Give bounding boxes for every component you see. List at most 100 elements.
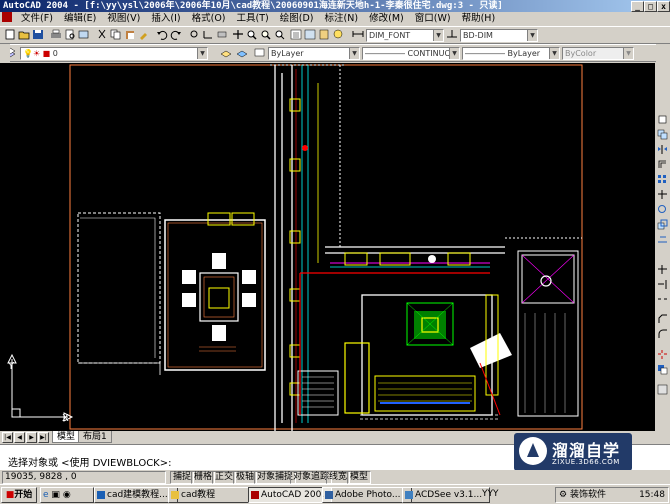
dimstyle2-icon[interactable]: [446, 29, 458, 40]
model-toggle[interactable]: 模型: [347, 471, 372, 484]
task-photoshop[interactable]: Adobe Photo...: [322, 487, 412, 503]
dropdown-arrow-icon: ▼: [527, 30, 537, 41]
floor-plan-drawing: [69, 64, 583, 433]
dropdown-arrow-icon: ▼: [449, 48, 459, 59]
dimstyle2-select[interactable]: BD-DIM ▼: [460, 29, 538, 42]
next-tab-icon[interactable]: ▶: [26, 432, 37, 443]
save-icon[interactable]: [32, 29, 44, 40]
layer-state-icons: 💡☀ ■: [23, 49, 53, 58]
array-icon[interactable]: [657, 174, 668, 185]
start-button[interactable]: ■开始: [1, 487, 37, 503]
status-bar: 19035, 9828 , 0 捕捉 栅格 正交 极轴 对象捕捉 对象追踪 线宽…: [0, 470, 670, 484]
dropdown-arrow-icon: ▼: [549, 48, 559, 59]
open-folder-icon[interactable]: [18, 29, 30, 40]
help-icon[interactable]: [332, 29, 344, 40]
move-icon[interactable]: [657, 189, 668, 200]
copy-icon[interactable]: [110, 29, 122, 40]
menu-format[interactable]: 格式(O): [188, 12, 230, 25]
menu-insert[interactable]: 插入(I): [147, 12, 184, 25]
first-tab-icon[interactable]: |◀: [2, 432, 13, 443]
draw-order-icon[interactable]: [657, 364, 668, 375]
tracking-icon[interactable]: [188, 29, 200, 40]
cut-icon[interactable]: [96, 29, 108, 40]
modify-toolbar: [656, 44, 670, 429]
windows-taskbar: ■开始 e ▣ ◉ cad建模教程... cad教程 AutoCAD 200..…: [0, 484, 670, 504]
pan-icon[interactable]: [232, 29, 244, 40]
zoom-previous-icon[interactable]: [274, 29, 286, 40]
zoom-window-icon[interactable]: [260, 29, 272, 40]
tool-palettes-icon[interactable]: [318, 29, 330, 40]
undo-icon[interactable]: [156, 29, 168, 40]
task-cad-folder[interactable]: cad教程: [168, 487, 258, 503]
menu-edit[interactable]: 编辑(E): [60, 12, 100, 25]
match-properties-icon[interactable]: [138, 29, 150, 40]
zoom-realtime-icon[interactable]: [246, 29, 258, 40]
layer-select[interactable]: 💡☀ ■ 0 ▼: [20, 47, 208, 60]
ie-icon[interactable]: e: [43, 490, 49, 500]
menu-file[interactable]: 文件(F): [17, 12, 57, 25]
standard-toolbar: DIM_FONT ▼ BD-DIM ▼: [0, 26, 670, 44]
tab-layout1[interactable]: 布局1: [78, 431, 112, 443]
extend-icon[interactable]: [657, 279, 668, 290]
dimstyle-select[interactable]: DIM_FONT ▼: [366, 29, 444, 42]
minimize-button[interactable]: _: [631, 1, 644, 12]
menu-modify[interactable]: 修改(M): [365, 12, 408, 25]
menu-draw[interactable]: 绘图(D): [276, 12, 318, 25]
dimstyle-icon[interactable]: [352, 29, 364, 40]
drawing-canvas[interactable]: Y X: [0, 63, 655, 433]
explode-icon[interactable]: [657, 349, 668, 360]
offset-icon[interactable]: [657, 159, 668, 170]
prev-tab-icon[interactable]: ◀: [14, 432, 25, 443]
menu-window[interactable]: 窗口(W): [411, 12, 455, 25]
ucs-icon[interactable]: [202, 29, 214, 40]
maximize-button[interactable]: □: [644, 1, 657, 12]
print-preview-icon[interactable]: [64, 29, 76, 40]
erase-icon[interactable]: [657, 114, 668, 125]
fillet-icon[interactable]: [657, 329, 668, 340]
autocad-icon[interactable]: [2, 12, 12, 22]
media-icon[interactable]: ◉: [63, 490, 71, 500]
dropdown-arrow-icon: ▼: [623, 48, 633, 59]
task-autocad[interactable]: AutoCAD 200...: [248, 487, 332, 503]
color-select[interactable]: ByLayer ▼: [268, 47, 360, 60]
close-button[interactable]: x: [657, 1, 670, 12]
desktop-icon[interactable]: ▣: [51, 490, 60, 500]
redo-icon[interactable]: [170, 29, 182, 40]
paste-icon[interactable]: [124, 29, 136, 40]
stretch-icon[interactable]: [657, 234, 668, 245]
mirror-icon[interactable]: [657, 144, 668, 155]
block-icon[interactable]: [657, 384, 668, 395]
menu-dimension[interactable]: 标注(N): [321, 12, 363, 25]
tab-model[interactable]: 模型: [52, 431, 81, 443]
lineweight-select[interactable]: ――――― ByLayer ▼: [462, 47, 560, 60]
design-center-icon[interactable]: [304, 29, 316, 40]
new-file-icon[interactable]: [4, 29, 16, 40]
make-layer-current-icon[interactable]: [220, 47, 232, 58]
task-cad-tutorial-browser[interactable]: cad建模教程...: [94, 487, 178, 503]
menu-view[interactable]: 视图(V): [103, 12, 144, 25]
dropdown-arrow-icon: ▼: [197, 48, 207, 59]
tray-app-icon[interactable]: ⚙: [559, 490, 567, 500]
color-swatch-icon: [254, 47, 266, 58]
linetype-select[interactable]: ――――― CONTINUOUS ▼: [362, 47, 460, 60]
publish-icon[interactable]: [78, 29, 90, 40]
last-tab-icon[interactable]: ▶|: [38, 432, 49, 443]
chamfer-icon[interactable]: [657, 314, 668, 325]
scale-icon[interactable]: [657, 219, 668, 230]
menu-help[interactable]: 帮助(H): [458, 12, 500, 25]
menu-tools[interactable]: 工具(T): [233, 12, 273, 25]
task-acdsee[interactable]: ACDSee v3.1...: [402, 487, 490, 503]
task-yyy[interactable]: YYY: [482, 489, 499, 499]
quick-launch: e ▣ ◉: [40, 487, 94, 503]
rotate-icon[interactable]: [657, 204, 668, 215]
properties-icon[interactable]: [290, 29, 302, 40]
copy-object-icon[interactable]: [657, 129, 668, 140]
print-icon[interactable]: [50, 29, 62, 40]
break-icon[interactable]: [657, 294, 668, 305]
distance-icon[interactable]: [216, 29, 228, 40]
trim-icon[interactable]: [657, 264, 668, 275]
watermark-logo-icon: [519, 437, 547, 465]
tray-label: 装饰软件: [569, 490, 606, 500]
lineweight-line: ―――――: [465, 49, 505, 58]
layer-previous-icon[interactable]: [236, 47, 248, 58]
